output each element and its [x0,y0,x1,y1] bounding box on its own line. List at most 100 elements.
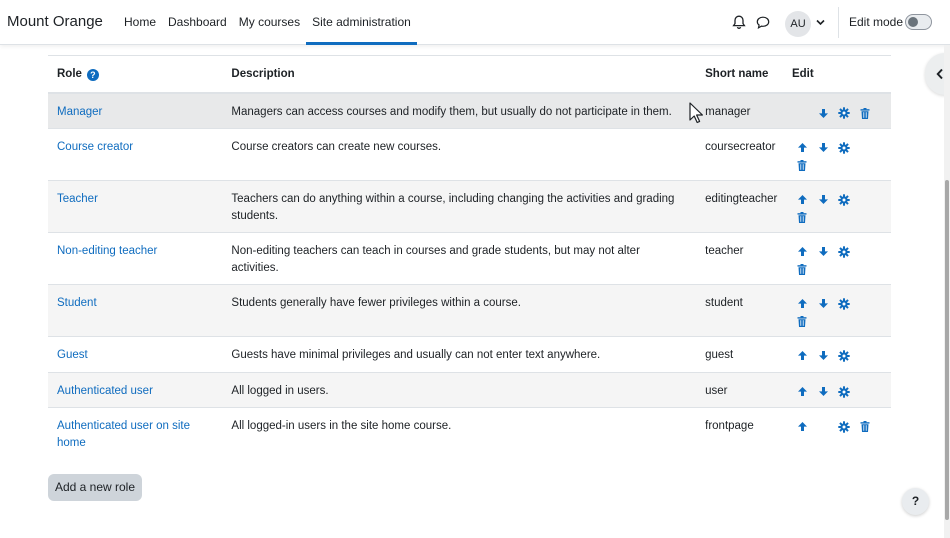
arrow-down-icon[interactable] [813,347,834,365]
arrow-down-icon[interactable] [813,104,834,122]
role-cell: Authenticated user [48,371,223,407]
trash-icon[interactable] [792,209,813,227]
action-icons [792,104,882,122]
role-short-name: editingteacher [696,179,785,232]
role-short-name: coursecreator [696,127,785,180]
table-row: Authenticated user All logged in users. us… [48,371,891,407]
role-short-name: manager [696,92,785,128]
chevron-left-icon [936,68,943,80]
action-icons [792,418,882,436]
role-cell: Guest [48,335,223,372]
navbar-divider [838,7,839,38]
arrow-down-icon[interactable] [813,243,834,261]
nav-site-administration[interactable]: Site administration [306,0,417,45]
site-name[interactable]: Mount Orange [7,13,103,30]
table-row: Teacher Teachers can do anything within a… [48,179,891,232]
action-icons [792,191,858,227]
chevron-down-icon[interactable] [816,19,825,26]
role-cell: Teacher [48,179,223,232]
role-cell: Student [48,283,223,336]
role-actions [784,92,891,128]
primary-navigation: Home Dashboard My courses Site administr… [118,0,417,45]
role-actions [784,127,891,180]
table-row: Authenticated user on site home All logge… [48,406,891,459]
role-description: Managers can access courses and modify t… [222,92,697,128]
toggle-knob [908,17,918,27]
nav-home[interactable]: Home [118,0,162,45]
scrollbar-thumb[interactable] [945,180,949,520]
arrow-up-icon[interactable] [792,243,813,261]
role-link[interactable]: Authenticated user [57,385,153,397]
action-icons [792,243,858,279]
table-row: Guest Guests have minimal privileges and … [48,335,891,372]
trash-icon[interactable] [855,418,876,436]
table-row: Non-editing teacher Non-editing teachers … [48,231,891,284]
header-role: Role? [48,56,223,94]
arrow-down-icon[interactable] [813,191,834,209]
chat-bubble-icon[interactable] [756,16,770,29]
gear-icon[interactable] [834,295,855,313]
table-row: Student Students generally have fewer pri… [48,283,891,336]
gear-icon[interactable] [834,139,855,157]
role-actions [784,179,891,232]
role-short-name: teacher [696,231,785,284]
role-description: Course creators can create new courses. [222,127,697,180]
question-mark-icon[interactable]: ? [86,68,99,81]
table-header-row: Role? Description Short name Edit [48,56,891,94]
role-cell: Non-editing teacher [48,231,223,284]
role-description: All logged-in users in the site home cou… [222,406,697,459]
arrow-up-icon[interactable] [792,139,813,157]
arrow-up-icon[interactable] [792,383,813,401]
gear-icon[interactable] [834,383,855,401]
role-short-name: frontpage [696,406,785,459]
role-short-name: student [696,283,785,336]
arrow-up-icon[interactable] [792,295,813,313]
role-link[interactable]: Course creator [57,141,133,153]
roles-table: Role? Description Short name Edit Manage… [48,56,891,459]
trash-icon[interactable] [792,157,813,175]
gear-icon[interactable] [834,243,855,261]
role-cell: Manager [48,92,223,128]
gear-icon[interactable] [834,104,855,122]
role-link[interactable]: Authenticated user on site home [57,420,190,449]
add-new-role-button[interactable]: Add a new role [48,474,142,501]
bell-icon[interactable] [732,15,746,30]
arrow-up-icon[interactable] [792,191,813,209]
arrow-up-icon[interactable] [792,347,813,365]
action-icons [792,383,882,401]
gear-icon[interactable] [834,347,855,365]
header-role-label: Role [57,67,82,80]
help-button[interactable]: ? [902,488,929,515]
arrow-up-icon[interactable] [792,418,813,436]
role-actions [784,335,891,372]
role-cell: Authenticated user on site home [48,406,223,459]
arrow-down-icon[interactable] [813,139,834,157]
gear-icon[interactable] [834,418,855,436]
nav-dashboard[interactable]: Dashboard [162,0,233,45]
role-link[interactable]: Guest [57,349,88,361]
trash-icon[interactable] [792,261,813,279]
role-link[interactable]: Manager [57,106,102,118]
role-actions [784,283,891,336]
edit-mode-toggle[interactable] [905,14,932,30]
action-icons [792,347,882,365]
avatar[interactable]: AU [785,11,811,37]
role-actions [784,231,891,284]
mouse-cursor-icon [689,102,703,124]
role-link[interactable]: Student [57,297,97,309]
role-description: Guests have minimal privileges and usual… [222,335,697,372]
trash-icon[interactable] [792,313,813,331]
table-row: Manager Managers can access courses and m… [48,92,891,128]
nav-my-courses[interactable]: My courses [233,0,306,45]
edit-mode-label: Edit mode [849,15,904,29]
role-short-name: guest [696,335,785,372]
arrow-down-icon[interactable] [813,383,834,401]
gear-icon[interactable] [834,191,855,209]
role-link[interactable]: Teacher [57,193,98,205]
arrow-down-icon[interactable] [813,295,834,313]
role-link[interactable]: Non-editing teacher [57,245,157,257]
role-actions [784,371,891,407]
trash-icon[interactable] [855,104,876,122]
role-cell: Course creator [48,127,223,180]
role-description: All logged in users. [222,371,697,407]
